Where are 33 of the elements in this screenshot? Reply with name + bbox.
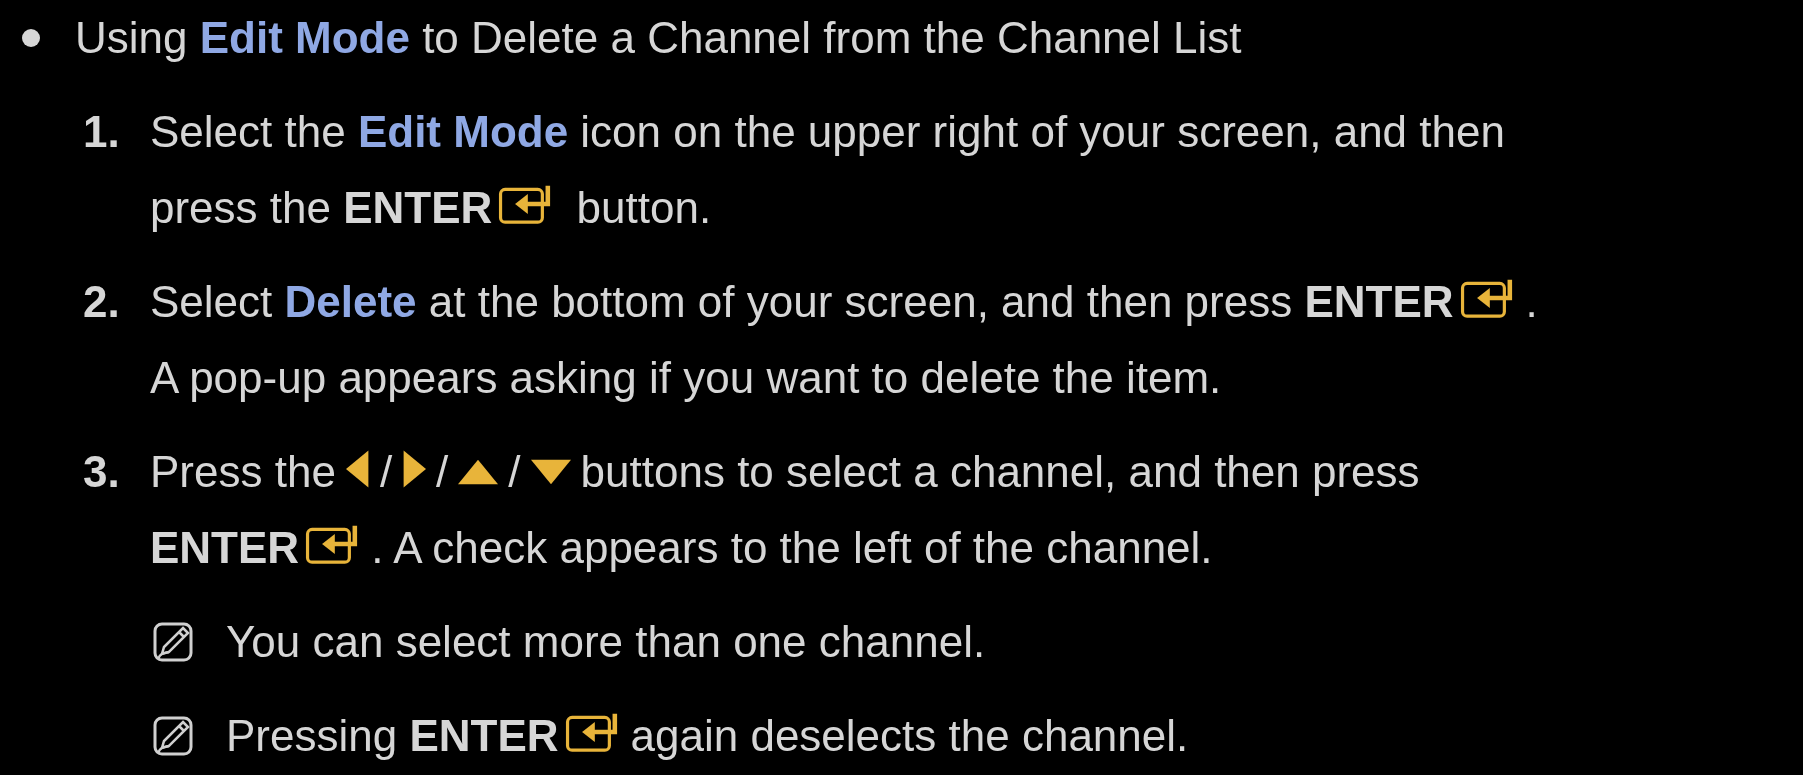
instruction-text: Select xyxy=(150,276,274,328)
up-triangle-icon xyxy=(458,459,499,485)
instruction-text: . xyxy=(1525,276,1538,328)
instruction-text: icon on the upper right of your screen, and then xyxy=(579,106,1505,158)
down-triangle-icon xyxy=(530,459,571,485)
instruction-text: ENTER xyxy=(150,522,300,574)
instruction-text: to Delete a Channel from the Channel List xyxy=(421,12,1242,64)
instruction-text: You can select more than one channel. xyxy=(226,616,986,668)
instruction-text: buttons to select a channel, and then press xyxy=(580,446,1420,498)
step-number: 2. xyxy=(83,276,121,328)
menu-term: Delete xyxy=(284,276,417,328)
instruction-text: again deselects the channel. xyxy=(630,710,1189,762)
instruction-text: Pressing ENTER xyxy=(226,710,559,762)
instruction-text: button. xyxy=(575,182,712,234)
instruction-text: . A check appears to the left of the channel. xyxy=(371,522,1213,574)
pencil-note-icon xyxy=(153,622,193,662)
instruction-text: Using xyxy=(75,12,189,64)
menu-term: Edit Mode xyxy=(357,106,569,158)
instruction-text: at the bottom of your screen, and then press ENTER xyxy=(427,276,1454,328)
menu-term: Edit Mode xyxy=(199,12,410,64)
instruction-text: A pop-up appears asking if you want to delete the item. xyxy=(150,352,1222,404)
instruction-text: press the ENTER xyxy=(150,182,493,234)
instruction-text: Press the xyxy=(150,446,336,498)
step-number: 3. xyxy=(83,446,121,498)
pencil-note-icon xyxy=(153,716,193,756)
instruction-text: / xyxy=(379,446,393,498)
instruction-text: / xyxy=(508,446,521,498)
bullet-icon xyxy=(22,29,40,47)
right-triangle-icon xyxy=(402,449,427,489)
step-number: 1. xyxy=(83,106,121,158)
instruction-text: / xyxy=(436,446,449,498)
left-triangle-icon xyxy=(345,449,370,489)
instruction-text: Select the xyxy=(150,106,347,158)
